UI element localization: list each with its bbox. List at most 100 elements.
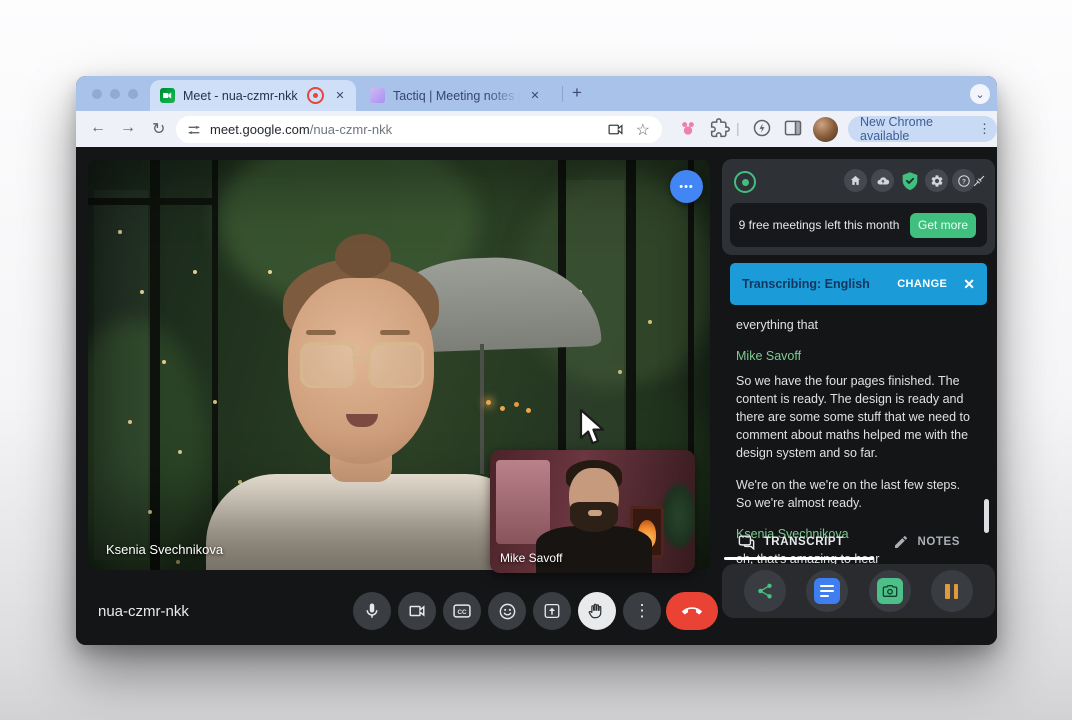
pip-window-decor	[496, 460, 550, 544]
recording-indicator-icon	[307, 87, 324, 104]
more-kebab-icon: ⋮	[634, 601, 651, 621]
transcribing-label: Transcribing: English	[742, 277, 870, 291]
tactiq-extension-icon[interactable]	[752, 118, 772, 138]
pip-participant-mouth	[588, 510, 602, 516]
panel-tabs: TRANSCRIPT NOTES	[722, 525, 995, 559]
toolbar-separator: |	[736, 120, 740, 136]
svg-text:?: ?	[962, 178, 966, 185]
pause-transcription-button[interactable]	[931, 570, 973, 612]
privacy-shield-button[interactable]	[898, 169, 921, 192]
update-chrome-label: New Chrome available	[860, 115, 972, 143]
camera-button[interactable]	[398, 592, 436, 630]
url-host: meet.google.com	[210, 122, 310, 137]
captions-icon: CC	[452, 601, 472, 621]
end-call-button[interactable]	[666, 592, 718, 630]
raise-hand-button[interactable]	[578, 592, 616, 630]
gear-icon	[930, 174, 944, 188]
emoji-icon	[498, 602, 517, 621]
back-button[interactable]: ←	[90, 119, 106, 137]
quota-card: 9 free meetings left this month Get more	[730, 203, 987, 247]
tab-notes[interactable]: NOTES	[859, 525, 996, 559]
reactions-button[interactable]	[488, 592, 526, 630]
pip-plant-decor	[662, 484, 695, 548]
transcript-speaker: Mike Savoff	[736, 347, 974, 365]
more-options-button[interactable]: ⋮	[623, 592, 661, 630]
pencil-icon	[893, 534, 909, 550]
share-button[interactable]	[744, 570, 786, 612]
google-doc-icon	[814, 578, 840, 604]
forward-button[interactable]: →	[120, 119, 136, 137]
browser-window: Meet - nua-czmr-nkk ✕ Tactiq | Meeting n…	[76, 76, 997, 645]
settings-button[interactable]	[925, 169, 948, 192]
tab-separator	[562, 86, 563, 102]
videocam-icon	[408, 602, 426, 620]
extension-pink-icon[interactable]	[678, 118, 698, 138]
side-panel-icon[interactable]	[783, 118, 803, 138]
pause-icon	[945, 584, 958, 599]
end-call-icon	[682, 601, 702, 621]
pip-name-label: Mike Savoff	[500, 551, 562, 565]
extensions-puzzle-icon[interactable]	[710, 118, 730, 138]
window-zoom-dot[interactable]	[128, 89, 138, 99]
get-more-button[interactable]: Get more	[910, 213, 976, 238]
address-bar[interactable]: meet.google.com/nua-czmr-nkk ☆	[176, 116, 662, 143]
window-close-dot[interactable]	[92, 89, 102, 99]
reload-button[interactable]: ↻	[152, 119, 165, 139]
tactiq-favicon	[370, 88, 385, 103]
tactiq-logo-icon	[734, 171, 756, 193]
present-icon	[543, 602, 561, 620]
update-chrome-button[interactable]: New Chrome available ⋮	[848, 116, 997, 142]
pip-participant-beard	[570, 502, 618, 532]
detach-button[interactable]	[967, 169, 990, 192]
screenshot-button[interactable]	[869, 570, 911, 612]
present-button[interactable]	[533, 592, 571, 630]
profile-avatar[interactable]	[813, 117, 838, 142]
tactiq-header-card: ? 9 free meetings left this month Get mo…	[722, 159, 995, 255]
pip-participant-body	[536, 526, 652, 573]
change-language-button[interactable]: CHANGE	[897, 278, 947, 290]
camera-in-use-icon[interactable]	[607, 121, 624, 138]
meeting-code-label: nua-czmr-nkk	[98, 603, 189, 620]
mic-icon	[363, 602, 381, 620]
close-banner-icon[interactable]: ✕	[963, 276, 975, 293]
shield-check-icon	[899, 170, 921, 192]
home-icon	[849, 174, 862, 187]
camera-capture-icon	[877, 578, 903, 604]
browser-menu-icon[interactable]: ⋮	[978, 121, 991, 137]
bookmark-star-icon[interactable]: ☆	[636, 120, 650, 140]
tab-tactiq[interactable]: Tactiq | Meeting notes powe ✕	[362, 80, 554, 111]
tab-tactiq-title: Tactiq | Meeting notes powe	[393, 89, 523, 103]
tactiq-action-bar	[722, 564, 995, 618]
mouse-cursor	[578, 408, 608, 448]
typing-dots-icon: •••	[679, 181, 694, 193]
captions-button[interactable]: CC	[443, 592, 481, 630]
tab-strip: Meet - nua-czmr-nkk ✕ Tactiq | Meeting n…	[76, 76, 997, 111]
svg-text:CC: CC	[457, 609, 467, 616]
quota-label: 9 free meetings left this month	[730, 217, 908, 233]
transcript-chat-icon	[737, 533, 756, 552]
open-doc-button[interactable]	[806, 570, 848, 612]
new-tab-button[interactable]: +	[572, 83, 582, 103]
disconnect-icon	[972, 174, 986, 188]
site-info-icon[interactable]	[186, 122, 202, 138]
tab-meet[interactable]: Meet - nua-czmr-nkk ✕	[150, 80, 356, 111]
tab-search-chevron-icon[interactable]: ⌄	[970, 84, 990, 104]
browser-toolbar: ← → ↻ meet.google.com/nua-czmr-nkk ☆	[76, 111, 997, 147]
participant-name-label: Ksenia Svechnikova	[106, 542, 223, 557]
upload-button[interactable]	[871, 169, 894, 192]
tab-meet-close-icon[interactable]: ✕	[332, 88, 348, 104]
meet-favicon	[160, 88, 175, 103]
window-minimize-dot[interactable]	[110, 89, 120, 99]
home-button[interactable]	[844, 169, 867, 192]
tab-transcript-label: TRANSCRIPT	[764, 536, 844, 548]
tactiq-typing-bubble[interactable]: •••	[670, 170, 703, 203]
desktop: Meet - nua-czmr-nkk ✕ Tactiq | Meeting n…	[0, 0, 1072, 720]
transcript-text: We're on the we're on the last few steps…	[736, 476, 974, 512]
tab-tactiq-close-icon[interactable]: ✕	[527, 88, 543, 104]
tactiq-panel: ? 9 free meetings left this month Get mo…	[722, 147, 995, 645]
tab-transcript[interactable]: TRANSCRIPT	[722, 525, 859, 559]
transcript-text: everything that	[736, 316, 974, 334]
share-icon	[756, 582, 774, 600]
pip-video-tile[interactable]: Mike Savoff	[490, 450, 695, 573]
mic-button[interactable]	[353, 592, 391, 630]
